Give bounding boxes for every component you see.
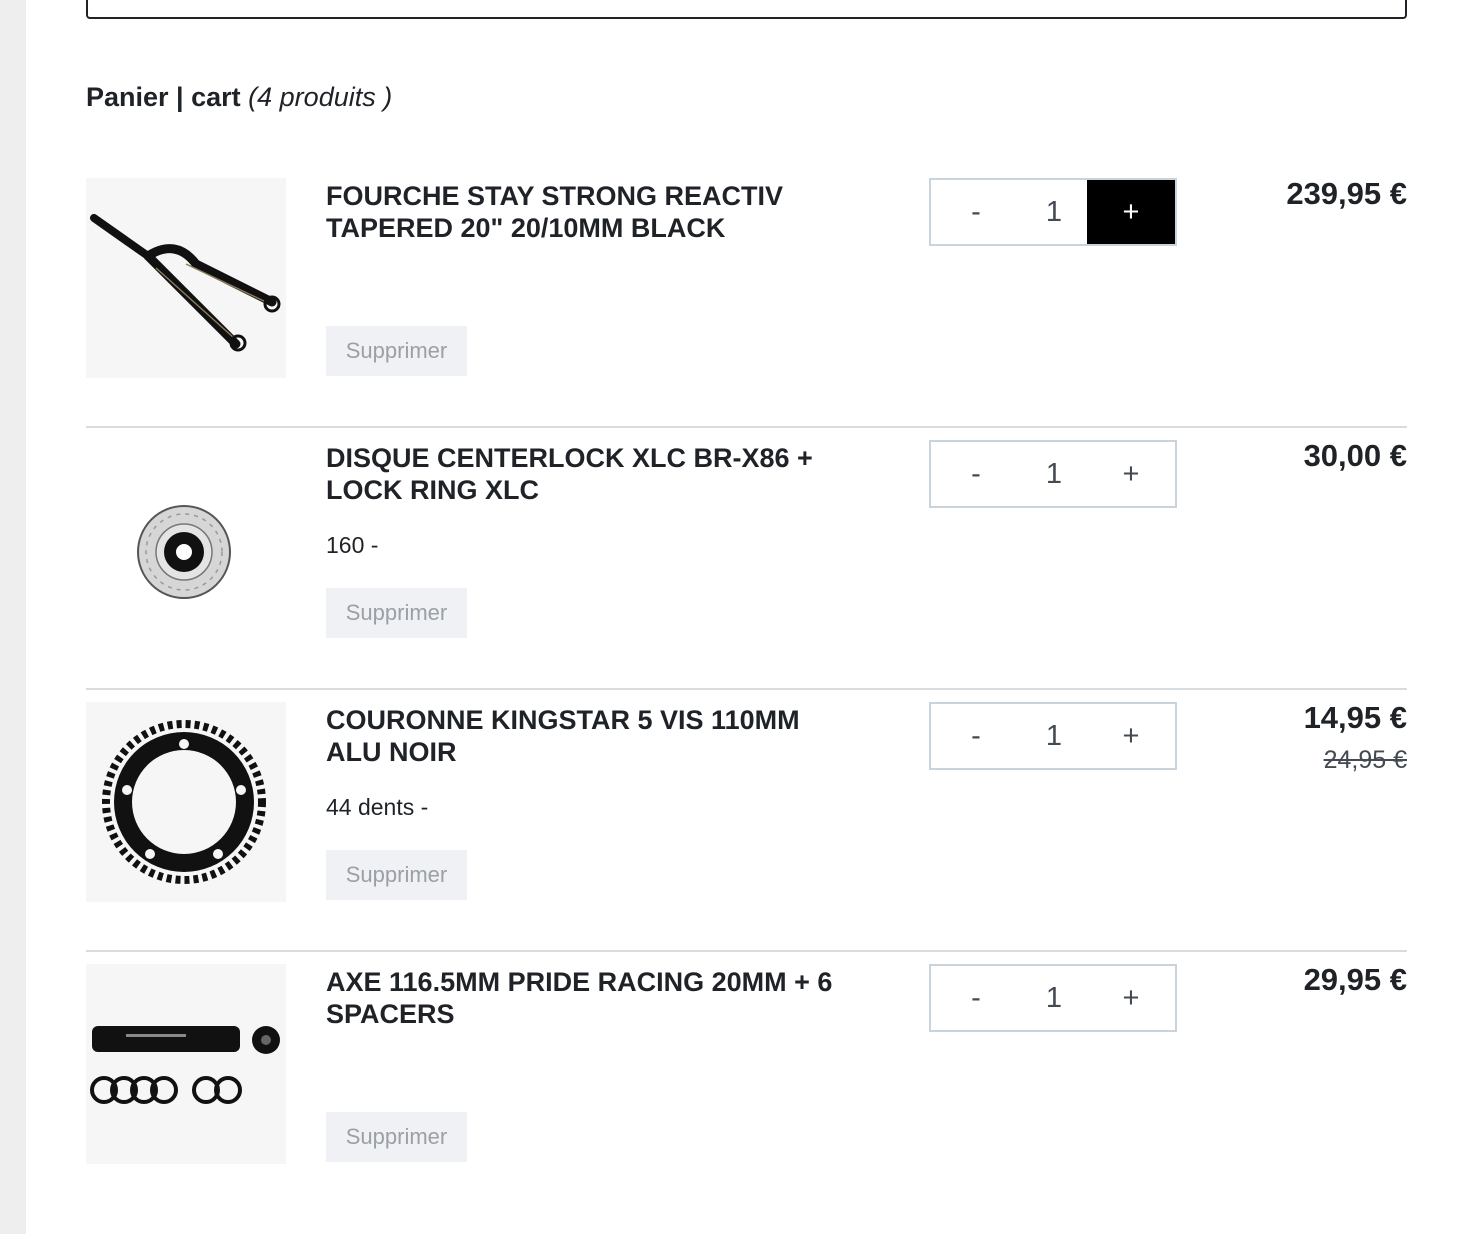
cart-title: Panier | cart (86, 82, 241, 112)
top-input-box[interactable] (86, 0, 1407, 19)
cart-item: COURONNE KINGSTAR 5 VIS 110MM ALU NOIR 4… (86, 688, 1407, 952)
cart-item: FOURCHE STAY STRONG REACTIV TAPERED 20" … (86, 164, 1407, 428)
item-price: 29,95 € (1303, 962, 1407, 997)
quantity-value[interactable]: 1 (1021, 966, 1087, 1030)
quantity-value[interactable]: 1 (1021, 180, 1087, 244)
item-price: 239,95 € (1286, 176, 1407, 211)
decrease-button[interactable]: - (931, 180, 1021, 244)
increase-button[interactable]: + (1087, 442, 1175, 506)
quantity-value[interactable]: 1 (1021, 442, 1087, 506)
increase-button[interactable]: + (1087, 704, 1175, 768)
product-name[interactable]: COURONNE KINGSTAR 5 VIS 110MM ALU NOIR (326, 704, 846, 768)
product-variant: 160 - (326, 532, 379, 558)
increase-button[interactable]: + (1087, 180, 1175, 244)
remove-button[interactable]: Supprimer (326, 1112, 467, 1162)
decrease-button[interactable]: - (931, 442, 1021, 506)
quantity-stepper: - 1 + (929, 178, 1177, 246)
item-old-price: 24,95 € (1323, 746, 1407, 774)
remove-button[interactable]: Supprimer (326, 588, 467, 638)
cart-item: DISQUE CENTERLOCK XLC BR-X86 + LOCK RING… (86, 426, 1407, 690)
decrease-button[interactable]: - (931, 704, 1021, 768)
item-price: 14,95 € (1303, 700, 1407, 735)
quantity-stepper: - 1 + (929, 702, 1177, 770)
remove-button[interactable]: Supprimer (326, 326, 467, 376)
quantity-stepper: - 1 + (929, 964, 1177, 1032)
product-image-chainring[interactable] (86, 702, 286, 902)
cart-item: AXE 116.5MM PRIDE RACING 20MM + 6 SPACER… (86, 950, 1407, 1212)
quantity-stepper: - 1 + (929, 440, 1177, 508)
product-image-fork[interactable] (86, 178, 286, 378)
item-price: 30,00 € (1303, 438, 1407, 473)
product-image-axle[interactable] (86, 964, 286, 1164)
product-name[interactable]: FOURCHE STAY STRONG REACTIV TAPERED 20" … (326, 180, 846, 244)
decrease-button[interactable]: - (931, 966, 1021, 1030)
product-image-brake-disc[interactable] (86, 440, 286, 640)
cart-panel: Panier | cart (4 produits ) FOURCHE STAY… (26, 0, 1474, 1234)
product-variant: 44 dents - (326, 794, 429, 820)
remove-button[interactable]: Supprimer (326, 850, 467, 900)
quantity-value[interactable]: 1 (1021, 704, 1087, 768)
cart-heading: Panier | cart (4 produits ) (86, 82, 392, 113)
cart-count: (4 produits ) (248, 82, 393, 112)
product-name[interactable]: DISQUE CENTERLOCK XLC BR-X86 + LOCK RING… (326, 442, 846, 506)
increase-button[interactable]: + (1087, 966, 1175, 1030)
product-name[interactable]: AXE 116.5MM PRIDE RACING 20MM + 6 SPACER… (326, 966, 846, 1030)
